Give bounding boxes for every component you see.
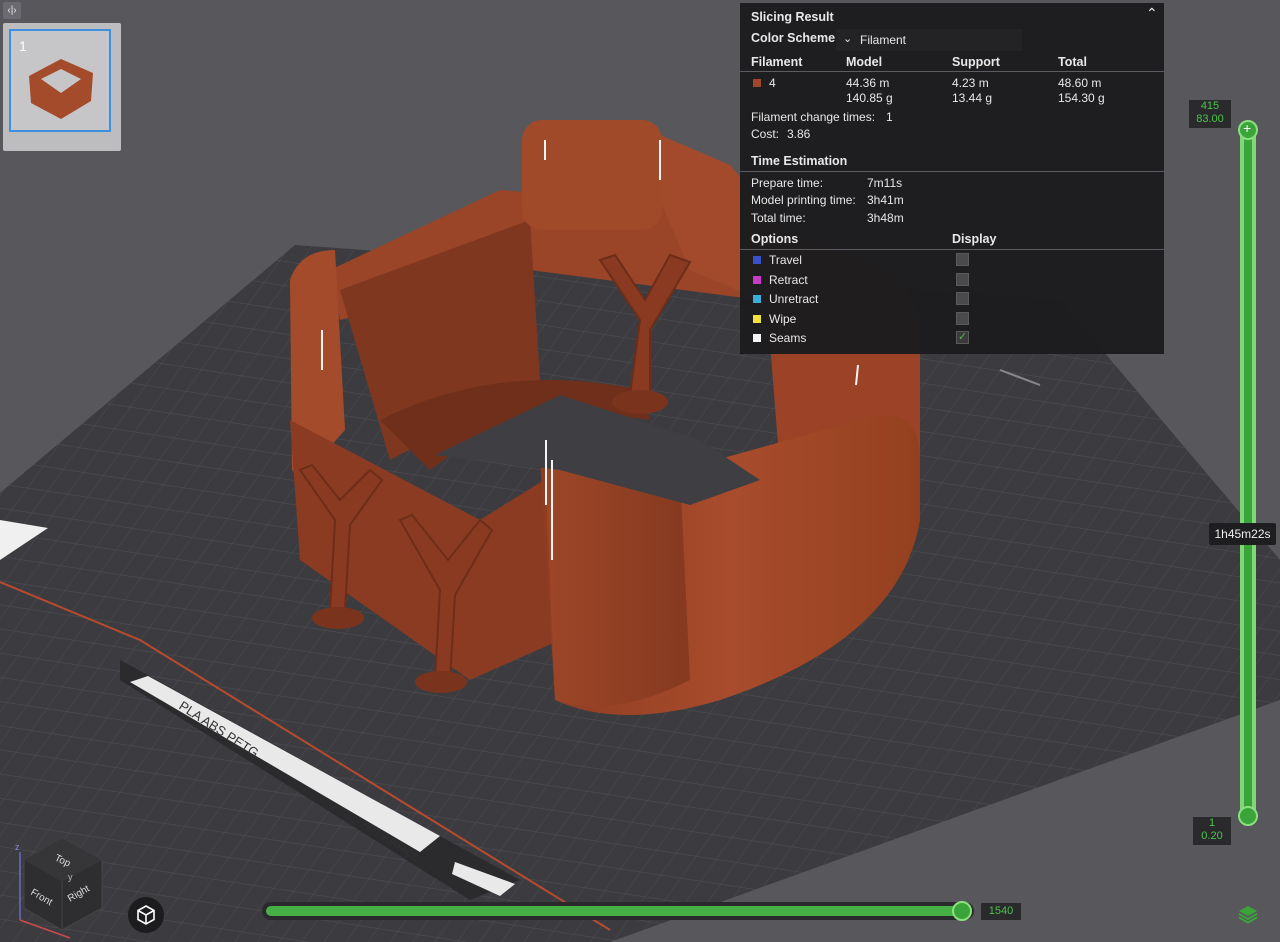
option-seams: Seams bbox=[769, 331, 807, 345]
divider bbox=[740, 71, 1164, 72]
chevron-down-icon: ⌄ bbox=[843, 33, 853, 45]
move-slider-fill bbox=[266, 906, 966, 916]
move-slider-value: 1540 bbox=[981, 903, 1021, 920]
top-layer-number: 415 bbox=[1200, 100, 1220, 112]
total-time-value: 3h48m bbox=[867, 211, 904, 225]
bottom-layer-tag: 1 0.20 bbox=[1193, 817, 1231, 845]
retract-color-swatch bbox=[753, 276, 761, 284]
travel-color-swatch bbox=[753, 256, 761, 264]
option-unretract: Unretract bbox=[769, 292, 819, 306]
total-time-label: Total time: bbox=[751, 211, 806, 225]
top-layer-height: 83.00 bbox=[1196, 113, 1224, 125]
total-weight: 154.30 g bbox=[1058, 91, 1105, 105]
option-retract: Retract bbox=[769, 273, 808, 287]
wipe-color-swatch bbox=[753, 315, 761, 323]
unretract-checkbox[interactable] bbox=[956, 292, 969, 305]
move-slider-handle[interactable] bbox=[952, 901, 972, 921]
plate-number: 1 bbox=[19, 38, 27, 54]
filament-change-label: Filament change times: bbox=[751, 110, 876, 124]
axis-y-label: y bbox=[68, 872, 73, 882]
slicing-result-panel: Slicing Result ⌃ Color Scheme Filament M… bbox=[740, 3, 1164, 354]
col-filament: Filament bbox=[751, 55, 803, 69]
layers-icon[interactable] bbox=[1237, 903, 1259, 925]
option-wipe: Wipe bbox=[769, 312, 797, 326]
bottom-layer-number: 1 bbox=[1208, 817, 1216, 829]
model-time-value: 3h41m bbox=[867, 193, 904, 207]
model-weight: 140.85 g bbox=[846, 91, 893, 105]
display-label: Display bbox=[952, 232, 997, 246]
prepare-time-label: Prepare time: bbox=[751, 176, 824, 190]
model-length: 44.36 m bbox=[846, 76, 890, 90]
cost-value: 3.86 bbox=[787, 127, 811, 141]
model-time-label: Model printing time: bbox=[751, 193, 856, 207]
top-layer-tag: 415 83.00 bbox=[1189, 100, 1231, 128]
seams-checkbox[interactable]: ✓ bbox=[956, 331, 969, 344]
cost-label: Cost: bbox=[751, 127, 780, 141]
top-layer-handle[interactable]: + bbox=[1238, 120, 1258, 140]
collapse-sidebar-icon[interactable]: ‹|› bbox=[3, 2, 21, 19]
view-cube[interactable]: z y Top Front Right bbox=[12, 838, 112, 942]
filament-change-value: 1 bbox=[886, 110, 893, 124]
filament-color-swatch bbox=[753, 79, 761, 87]
panel-title: Slicing Result bbox=[751, 10, 834, 24]
support-length: 4.23 m bbox=[952, 76, 989, 90]
retract-checkbox[interactable] bbox=[956, 273, 969, 286]
cube-icon bbox=[137, 905, 155, 925]
filament-id: 4 bbox=[769, 76, 776, 90]
prepare-time-value: 7m11s bbox=[867, 176, 903, 190]
color-scheme-label: Color Scheme bbox=[751, 31, 836, 45]
view-mode-button[interactable] bbox=[128, 897, 164, 933]
option-travel: Travel bbox=[769, 253, 802, 267]
collapse-panel-icon[interactable]: ⌃ bbox=[1146, 5, 1158, 22]
plus-icon: + bbox=[1243, 120, 1252, 136]
bottom-layer-height: 0.20 bbox=[1201, 830, 1223, 842]
unretract-color-swatch bbox=[753, 295, 761, 303]
options-label: Options bbox=[751, 232, 799, 246]
seams-color-swatch bbox=[753, 334, 761, 342]
col-support: Support bbox=[952, 55, 1000, 69]
divider bbox=[740, 171, 1164, 172]
divider bbox=[740, 249, 1164, 250]
col-total: Total bbox=[1058, 55, 1087, 69]
layer-time-tag: 1h45m22s bbox=[1209, 523, 1276, 545]
color-scheme-value: Filament bbox=[860, 33, 907, 47]
support-weight: 13.44 g bbox=[952, 91, 993, 105]
wipe-checkbox[interactable] bbox=[956, 312, 969, 325]
total-length: 48.60 m bbox=[1058, 76, 1102, 90]
travel-checkbox[interactable] bbox=[956, 253, 969, 266]
layer-slider-range bbox=[1244, 132, 1252, 812]
col-model: Model bbox=[846, 55, 883, 69]
bottom-layer-handle[interactable] bbox=[1238, 806, 1258, 826]
time-estimation-title: Time Estimation bbox=[751, 154, 848, 168]
axis-z-label: z bbox=[15, 842, 20, 852]
color-scheme-dropdown[interactable]: ⌄ Filament bbox=[836, 29, 1022, 51]
